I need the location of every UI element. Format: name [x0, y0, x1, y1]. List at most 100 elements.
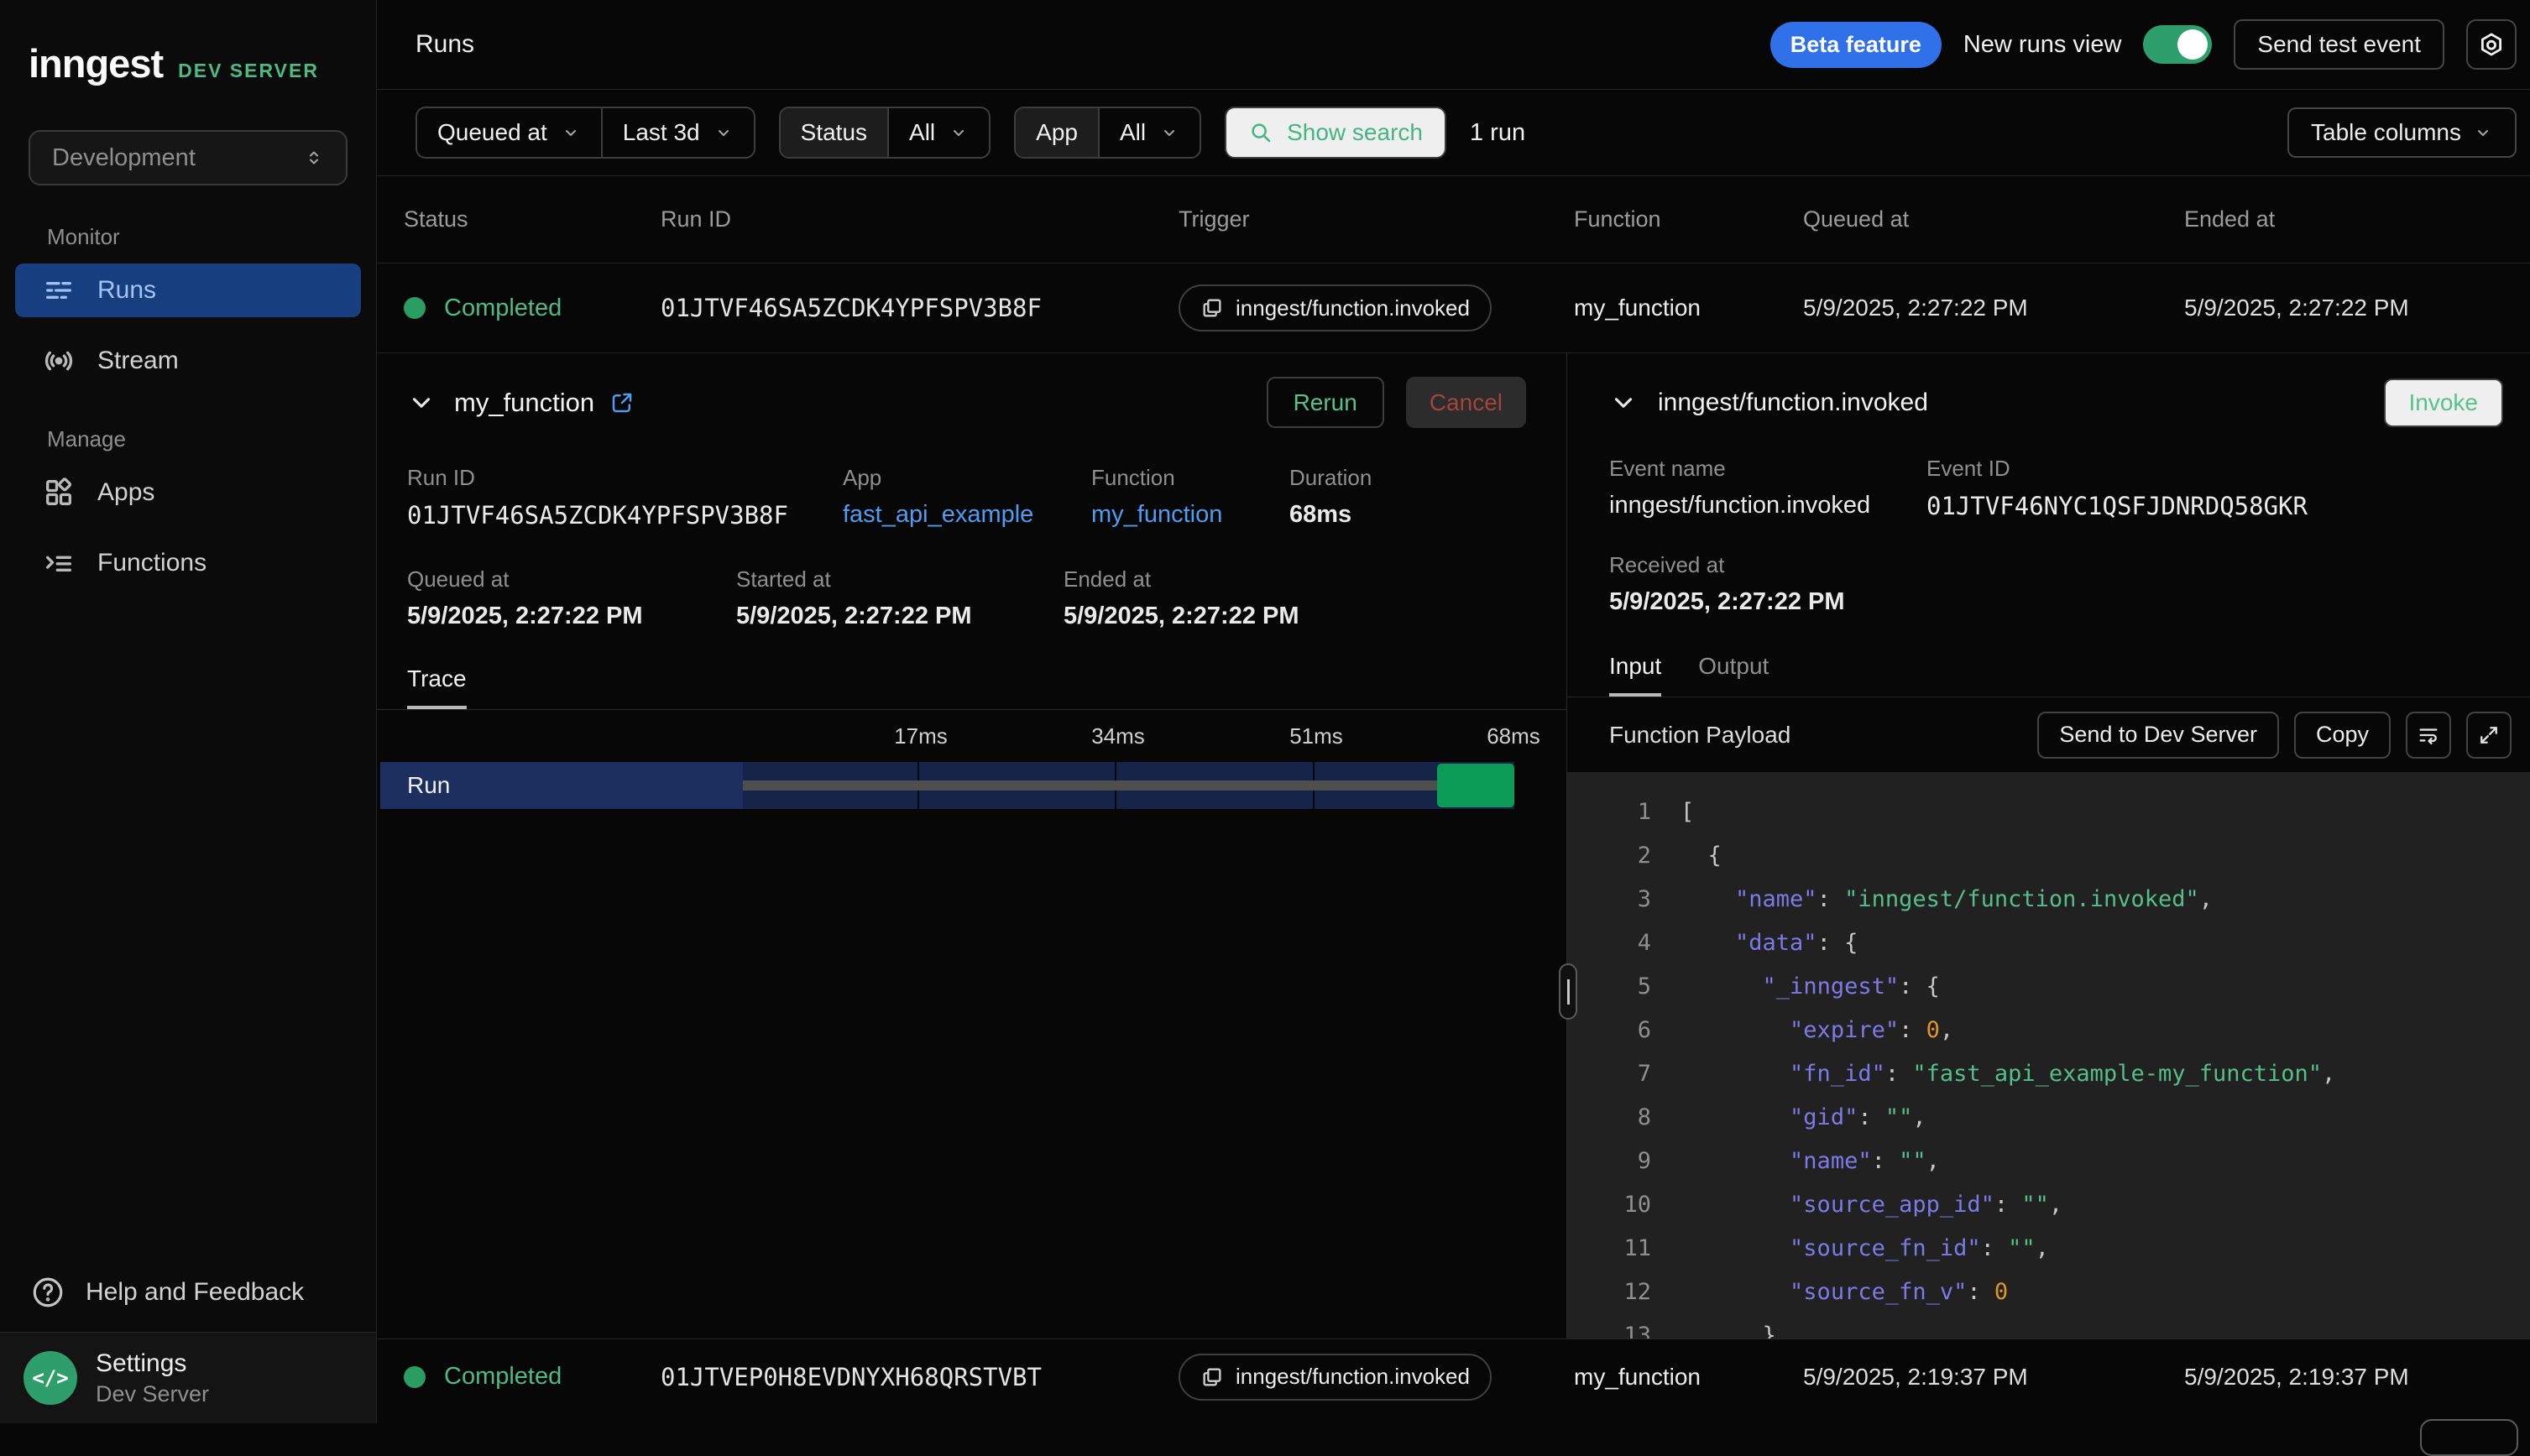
field-label: Duration [1289, 465, 1372, 491]
tab-output[interactable]: Output [1698, 653, 1769, 697]
app-filter-label: App [1016, 108, 1098, 157]
code-line: 2 { [1567, 834, 2530, 878]
status-dot-icon [404, 1366, 426, 1388]
field-label: Event ID [1926, 456, 2308, 482]
field-label: Started at [736, 566, 1064, 592]
collapse-chevron-icon[interactable] [407, 389, 436, 417]
function-payload-toolbar: Function Payload Send to Dev Server Copy [1567, 697, 2530, 772]
code-line: 7 "fn_id": "fast_api_example-my_function… [1567, 1052, 2530, 1096]
time-field-select[interactable]: Queued at [417, 108, 601, 157]
function-cell: my_function [1574, 295, 1803, 321]
code-line: 13 } [1567, 1314, 2530, 1339]
event-panel-header: inngest/function.invoked Invoke [1567, 353, 2530, 427]
sidebar-nav-monitor: Runs Stream [0, 264, 376, 388]
line-number: 5 [1567, 965, 1651, 1009]
code-text: "_inngest": { [1681, 965, 1940, 1009]
status-filter-select[interactable]: All [889, 108, 989, 157]
dev-server-badge: DEV SERVER [178, 60, 319, 82]
tab-trace[interactable]: Trace [407, 665, 467, 709]
collapse-chevron-icon[interactable] [1609, 389, 1638, 417]
trigger-pill[interactable]: inngest/function.invoked [1179, 1354, 1492, 1401]
app-filter: App All [1014, 107, 1201, 159]
sidebar-item-label: Functions [97, 549, 206, 577]
ended-at-field: Ended at 5/9/2025, 2:27:22 PM [1064, 566, 1299, 630]
run-id-cell: 01JTVEP0H8EVDNYXH68QRSTVBT [661, 1363, 1179, 1391]
send-test-event-button[interactable]: Send test event [2234, 19, 2444, 70]
settings-subtitle: Dev Server [96, 1381, 209, 1407]
new-runs-view-label: New runs view [1963, 31, 2122, 59]
trigger-pill[interactable]: inngest/function.invoked [1179, 284, 1492, 331]
line-number: 12 [1567, 1271, 1651, 1314]
ended-at-cell: 5/9/2025, 2:27:22 PM [2184, 295, 2530, 321]
app-label-text: App [1036, 119, 1078, 146]
chevron-down-icon [2473, 123, 2493, 143]
status-label-text: Status [801, 119, 867, 146]
expand-button[interactable] [2466, 712, 2512, 759]
event-copy-icon [1200, 1365, 1224, 1389]
app-filter-select[interactable]: All [1100, 108, 1200, 157]
event-fields-row: Event name inngest/function.invoked Even… [1567, 456, 2530, 520]
show-search-button[interactable]: Show search [1225, 107, 1446, 159]
event-name-field: Event name inngest/function.invoked [1609, 456, 1926, 520]
table-row[interactable]: Completed 01JTVEP0H8EVDNYXH68QRSTVBT inn… [377, 1339, 2530, 1414]
line-number: 2 [1567, 834, 1651, 878]
function-link[interactable]: my_function [1091, 501, 1289, 529]
rerun-button[interactable]: Rerun [1267, 377, 1384, 428]
tab-input[interactable]: Input [1609, 653, 1661, 697]
table-row[interactable]: Completed 01JTVF46SA5ZCDK4YPFSPV3B8F inn… [377, 264, 2530, 353]
external-link-icon[interactable] [609, 390, 635, 415]
event-title: inngest/function.invoked [1658, 389, 1928, 417]
field-value: 5/9/2025, 2:27:22 PM [1064, 603, 1299, 630]
main-area: Runs Beta feature New runs view Send tes… [377, 0, 2530, 1423]
table-columns-button[interactable]: Table columns [2287, 107, 2517, 158]
help-and-feedback[interactable]: Help and Feedback [0, 1253, 376, 1332]
help-icon [30, 1275, 65, 1310]
invoke-button[interactable]: Invoke [2384, 378, 2504, 427]
settings-gear-button[interactable] [2466, 19, 2517, 70]
code-line: 3 "name": "inngest/function.invoked", [1567, 878, 2530, 921]
event-id-field: Event ID 01JTVF46NYC1QSFJDNRDQ58GKR [1926, 456, 2308, 520]
field-value: 5/9/2025, 2:27:22 PM [1609, 588, 2530, 616]
trace-run-label: Run [380, 762, 743, 809]
copy-button[interactable]: Copy [2294, 712, 2391, 759]
panel-resize-handle[interactable] [1559, 963, 1577, 1020]
app-link[interactable]: fast_api_example [843, 501, 1091, 529]
code-text: "name": "", [1681, 1140, 1940, 1183]
field-label: Run ID [407, 465, 843, 491]
line-number: 13 [1567, 1314, 1651, 1339]
trace-run-row[interactable]: Run [380, 762, 1514, 809]
ended-at-cell: 5/9/2025, 2:19:37 PM [2184, 1364, 2530, 1391]
sidebar-item-label: Stream [97, 347, 179, 375]
line-number: 1 [1567, 791, 1651, 834]
code-block[interactable]: 1 [2 {3 "name": "inngest/function.invoked… [1567, 772, 2530, 1339]
line-number: 9 [1567, 1140, 1651, 1183]
column-header-status: Status [404, 206, 661, 232]
code-text: "source_fn_id": "", [1681, 1227, 2049, 1271]
code-text: "source_fn_v": 0 [1681, 1271, 2008, 1314]
time-range-select[interactable]: Last 3d [603, 108, 754, 157]
sidebar-bottom: Help and Feedback </> Settings Dev Serve… [0, 1253, 376, 1423]
code-text: "fn_id": "fast_api_example-my_function", [1681, 1052, 2335, 1096]
code-text: [ [1681, 791, 1694, 834]
apps-icon [42, 476, 76, 509]
cancel-button[interactable]: Cancel [1406, 377, 1526, 428]
new-runs-view-toggle[interactable] [2143, 25, 2212, 64]
status-dot-icon [404, 297, 426, 319]
sidebar-item-runs[interactable]: Runs [15, 264, 361, 317]
word-wrap-button[interactable] [2406, 712, 2451, 759]
queued-at-cell: 5/9/2025, 2:19:37 PM [1803, 1364, 2184, 1391]
status-cell: Completed [404, 295, 661, 322]
sidebar-item-functions[interactable]: Functions [15, 536, 361, 590]
sidebar-item-apps[interactable]: Apps [15, 466, 361, 519]
settings-entry[interactable]: </> Settings Dev Server [0, 1332, 376, 1423]
line-number: 11 [1567, 1227, 1651, 1271]
field-label: Event name [1609, 456, 1926, 482]
received-at-field: Received at 5/9/2025, 2:27:22 PM [1567, 552, 2530, 616]
field-label: Function [1091, 465, 1289, 491]
chevron-down-icon [1159, 123, 1179, 143]
chevron-up-down-icon [304, 148, 324, 168]
cutoff-button[interactable] [2420, 1419, 2518, 1456]
environment-select[interactable]: Development [29, 130, 348, 185]
sidebar-item-stream[interactable]: Stream [15, 334, 361, 388]
send-to-dev-server-button[interactable]: Send to Dev Server [2037, 712, 2279, 759]
